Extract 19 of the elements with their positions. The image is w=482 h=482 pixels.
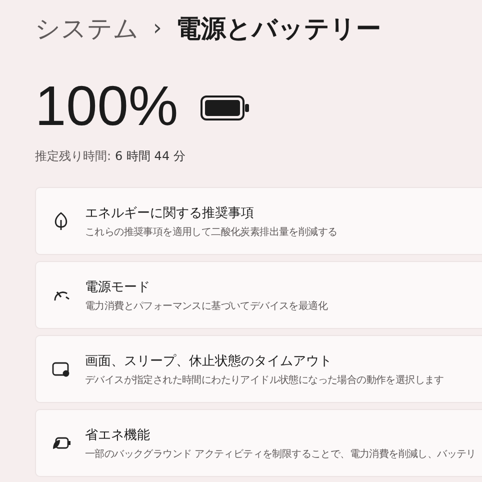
setting-description: デバイスが指定された時間にわたりアイドル状態になった場合の動作を選択します xyxy=(85,374,444,386)
setting-description: 一部のバックグラウンド アクティビティを制限することで、電力消費を削減し、バッテリ xyxy=(85,448,476,460)
settings-card[interactable]: 省エネ機能 一部のバックグラウンド アクティビティを制限することで、電力消費を削減し、バッテリ xyxy=(35,409,482,477)
setting-title: 画面、スリープ、休止状態のタイムアウト xyxy=(85,352,333,370)
settings-card[interactable]: エネルギーに関する推奨事項 これらの推奨事項を適用して二酸化炭素排出量を削減する xyxy=(35,187,482,255)
setting-title: 省エネ機能 xyxy=(85,426,151,444)
estimate-value: 6 時間 44 分 xyxy=(115,148,186,165)
setting-title: 電源モード xyxy=(85,278,151,296)
page-title: 電源とバッテリー xyxy=(176,12,381,44)
setting-description: これらの推奨事項を適用して二酸化炭素排出量を削減する xyxy=(85,226,338,238)
settings-card[interactable]: 電源モード 電力消費とパフォーマンスに基づいてデバイスを最適化 xyxy=(35,261,482,329)
battery-percent: 100% xyxy=(35,76,178,136)
breadcrumb-parent[interactable]: システム xyxy=(35,12,139,44)
battery-icon xyxy=(200,95,250,121)
setting-description: 電力消費とパフォーマンスに基づいてデバイスを最適化 xyxy=(85,300,328,312)
setting-title: エネルギーに関する推奨事項 xyxy=(85,204,255,222)
breadcrumb-separator: › xyxy=(153,16,162,40)
settings-card[interactable]: 画面、スリープ、休止状態のタイムアウト デバイスが指定された時間にわたりアイドル状態になった場合の動作を選択します xyxy=(35,335,482,403)
estimate-label: 推定残り時間: xyxy=(35,148,112,165)
